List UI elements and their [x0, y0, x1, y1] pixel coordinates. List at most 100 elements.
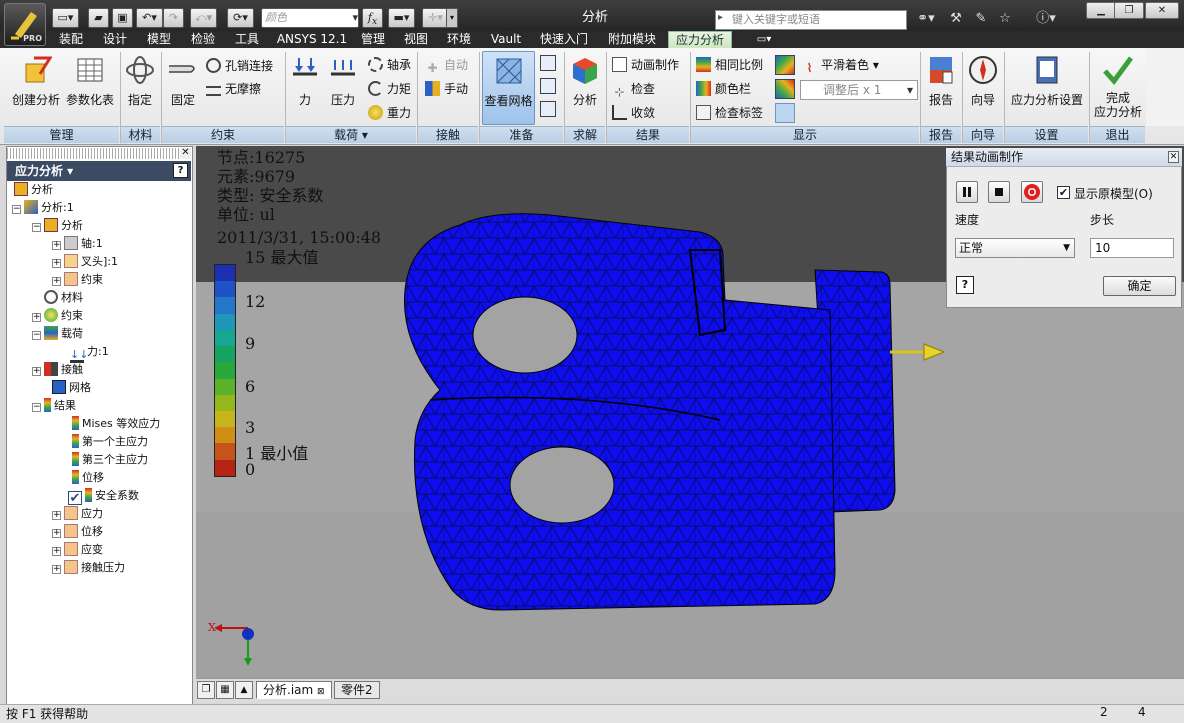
measure-button[interactable]: ▬▾: [388, 8, 415, 28]
expand-icon[interactable]: +: [52, 511, 61, 520]
collapse-icon[interactable]: −: [32, 223, 41, 232]
guide-button[interactable]: 向导: [964, 54, 1002, 108]
favorites-icon[interactable]: ☆: [994, 9, 1016, 29]
qat-customize-icon[interactable]: ▾: [446, 8, 458, 28]
smooth-shading-button[interactable]: ⌇ 平滑着色 ▾: [802, 56, 879, 75]
same-scale-button[interactable]: 相同比例: [696, 56, 763, 74]
doc-tab-analysis[interactable]: 分析.iam ⊠: [256, 681, 332, 699]
subscription-icon[interactable]: ✎: [970, 9, 992, 29]
open-icon[interactable]: ▰: [88, 8, 109, 28]
probe-labels-button[interactable]: 检查标签: [696, 104, 763, 122]
tree-part-fork[interactable]: + 叉头]:1: [52, 253, 118, 271]
tree-contacts[interactable]: + 接触: [32, 361, 83, 379]
animate-button[interactable]: 动画制作: [612, 56, 679, 74]
minimize-button[interactable]: ▁: [1086, 2, 1116, 19]
fx-icon[interactable]: fx: [362, 8, 383, 28]
tab-stress-analysis[interactable]: 应力分析: [668, 31, 732, 48]
stress-settings-button[interactable]: 应力分析设置: [1006, 54, 1088, 108]
assign-material-button[interactable]: 指定: [122, 54, 158, 108]
browser-help-icon[interactable]: ?: [173, 163, 188, 178]
tab-view[interactable]: 视图: [398, 31, 434, 48]
displacement-scale-select[interactable]: 调整后 x 1 ▾: [800, 80, 918, 100]
tree-loads[interactable]: − 载荷: [32, 325, 83, 343]
automatic-contact-button[interactable]: ✚ 自动: [425, 56, 468, 75]
force-button[interactable]: 力: [287, 54, 323, 108]
stop-button[interactable]: [988, 181, 1010, 203]
report-button[interactable]: 报告: [922, 54, 960, 108]
frictionless-constraint-button[interactable]: 无摩擦: [206, 80, 261, 98]
create-study-button[interactable]: 创建分析: [8, 54, 64, 108]
tree-stress-folder[interactable]: + 应力: [52, 505, 103, 523]
boundary-conditions-icon[interactable]: [775, 103, 795, 123]
min-value-icon[interactable]: [775, 79, 795, 99]
communication-center-icon[interactable]: ⚒: [945, 9, 967, 29]
tree-materials[interactable]: 材料: [44, 289, 83, 307]
tree-result-third-principal[interactable]: 第三个主应力: [72, 451, 148, 469]
dialog-close-icon[interactable]: ✕: [1168, 151, 1179, 163]
application-menu-button[interactable]: PRO: [4, 3, 46, 46]
tree-result-safety-factor[interactable]: ✔ 安全系数: [68, 487, 139, 505]
tab-close-icon[interactable]: ⊠: [317, 687, 325, 697]
local-mesh-icon[interactable]: [540, 78, 556, 94]
tree-displacement-folder[interactable]: + 位移: [52, 523, 103, 541]
tab-vault[interactable]: Vault: [486, 31, 526, 48]
search-dropdown-icon[interactable]: ▸: [718, 12, 730, 26]
tree-root[interactable]: 分析: [14, 181, 53, 199]
binoculars-icon[interactable]: ⚭▾: [912, 9, 940, 29]
collapse-icon[interactable]: −: [32, 403, 41, 412]
tab-tools[interactable]: 工具: [228, 31, 266, 48]
mesh-view-button[interactable]: 查看网格: [482, 51, 535, 125]
expand-icon[interactable]: +: [52, 547, 61, 556]
tree-force-1[interactable]: ↓↓力:1: [70, 343, 109, 363]
tab-environments[interactable]: 环境: [441, 31, 477, 48]
bearing-load-button[interactable]: 轴承: [368, 56, 411, 74]
doc-tab-part2[interactable]: 零件2: [334, 681, 380, 699]
moment-button[interactable]: 力矩: [368, 80, 411, 98]
collapse-icon[interactable]: −: [32, 331, 41, 340]
color-bar-button[interactable]: 颜色栏: [696, 80, 751, 98]
tree-result-displacement[interactable]: 位移: [72, 469, 104, 487]
browser-close-icon[interactable]: ✕: [180, 148, 191, 159]
speed-select[interactable]: 正常 ▼: [955, 238, 1075, 258]
return-button[interactable]: ⤺▾: [190, 8, 217, 28]
tree-constraints[interactable]: + 约束: [32, 307, 83, 325]
step-input[interactable]: 10: [1090, 238, 1174, 258]
tab-model[interactable]: 模型: [140, 31, 178, 48]
cascade-windows-icon[interactable]: ❐: [197, 681, 215, 699]
convergence-settings-icon[interactable]: [540, 101, 556, 117]
maximize-button[interactable]: ❐: [1114, 2, 1144, 19]
close-button[interactable]: ✕: [1145, 2, 1179, 19]
color-select[interactable]: 颜色 ▾: [261, 8, 359, 28]
finish-stress-analysis-button[interactable]: 完成 应力分析: [1092, 54, 1144, 119]
mesh-settings-icon[interactable]: [540, 55, 556, 71]
tab-get-started[interactable]: 快速入门: [534, 31, 594, 48]
pressure-button[interactable]: 压力: [324, 54, 362, 108]
collapse-icon[interactable]: −: [12, 205, 21, 214]
undo-button[interactable]: ↶▾: [136, 8, 163, 28]
panel-loads[interactable]: 载荷 ▾: [286, 126, 416, 143]
convergence-plot-button[interactable]: 收敛: [612, 104, 655, 122]
tab-ansys[interactable]: ANSYS 12.1: [272, 31, 352, 48]
tree-contact-pressure-folder[interactable]: + 接触压力: [52, 559, 125, 577]
ribbon-minimize-icon[interactable]: ▭▾: [752, 31, 776, 48]
manual-contact-button[interactable]: 手动: [425, 80, 468, 98]
browser-header[interactable]: 应力分析 ▾: [7, 161, 191, 181]
expand-icon[interactable]: +: [52, 277, 61, 286]
expand-icon[interactable]: +: [52, 259, 61, 268]
record-button[interactable]: [1021, 181, 1043, 203]
tree-mesh[interactable]: 网格: [52, 379, 91, 397]
tab-design[interactable]: 设计: [96, 31, 134, 48]
update-button[interactable]: ⟳▾: [227, 8, 254, 28]
fixed-constraint-button[interactable]: 固定: [164, 54, 202, 108]
tab-add-ins[interactable]: 附加模块: [602, 31, 662, 48]
max-value-icon[interactable]: [775, 55, 795, 75]
redo-icon[interactable]: ↷: [163, 8, 184, 28]
tree-result-first-principal[interactable]: 第一个主应力: [72, 433, 148, 451]
tree-analysis[interactable]: − 分析: [32, 217, 83, 235]
tab-assemble[interactable]: 装配: [52, 31, 90, 48]
tile-windows-icon[interactable]: ▦: [216, 681, 234, 699]
expand-icon[interactable]: +: [32, 367, 41, 376]
pause-button[interactable]: [956, 181, 978, 203]
tree-result-mises[interactable]: Mises 等效应力: [72, 415, 160, 433]
pin-constraint-button[interactable]: 孔销连接: [206, 57, 273, 75]
